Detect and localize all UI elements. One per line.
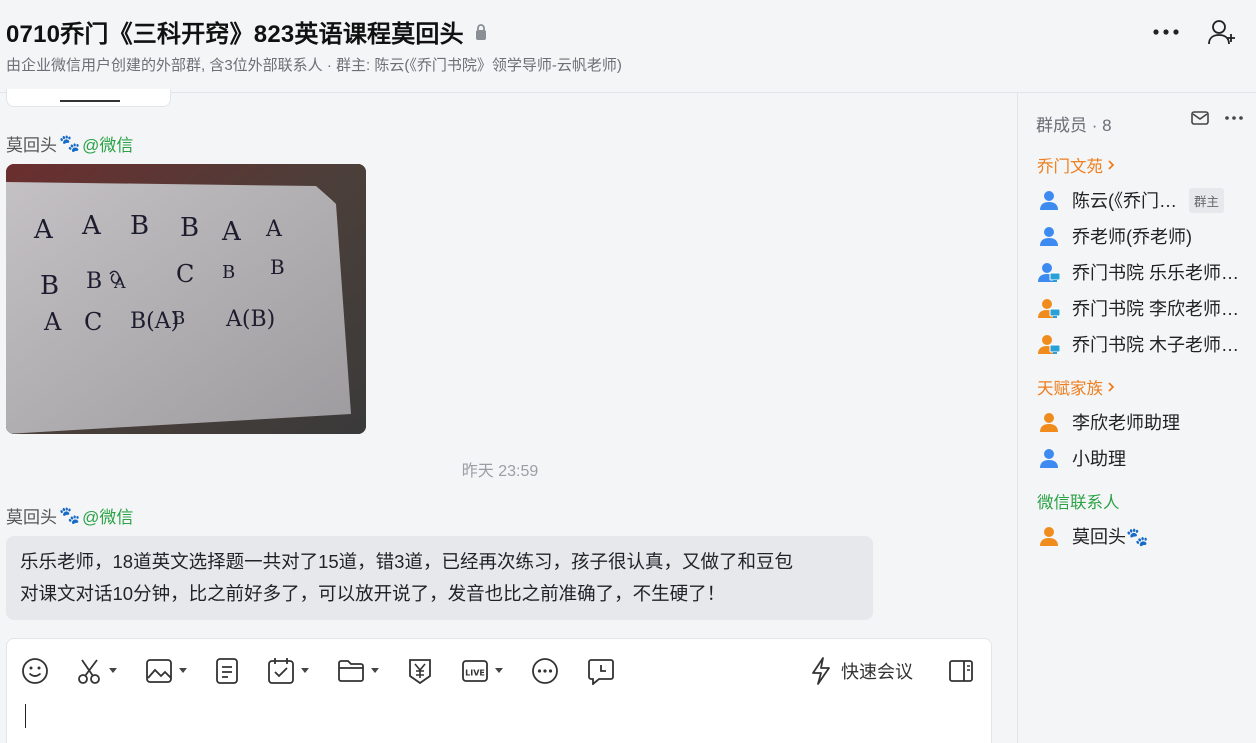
quick-meeting-button[interactable]: 快速会议 <box>809 653 913 689</box>
folder-icon[interactable] <box>337 653 379 689</box>
add-member-icon[interactable] <box>1206 16 1238 48</box>
answer: C <box>176 260 194 288</box>
group-label: 微信联系人 <box>1037 494 1120 512</box>
answer: A <box>33 215 54 245</box>
user-desktop-avatar-icon <box>1038 263 1060 282</box>
message-line: 对课文对话10分钟，比之前好多了，可以放开说了，发音也比之前准确了，不生硬了！ <box>20 583 726 604</box>
emoji-icon[interactable] <box>21 653 49 689</box>
message-composer[interactable]: LIVE 快速会议 <box>6 638 992 743</box>
message-sender: 莫回头 🐾 @微信 <box>6 503 133 528</box>
member-name: 莫回头🐾 <box>1072 527 1149 547</box>
lock-icon <box>474 23 488 41</box>
member-item[interactable]: 陈云(《乔门书院》领学导师-云帆老师) 群主 <box>1038 185 1243 215</box>
composer-toolbar: LIVE <box>21 653 643 689</box>
user-desktop-avatar-icon <box>1038 335 1060 354</box>
answer: B <box>180 213 199 243</box>
live-icon[interactable]: LIVE <box>461 653 503 689</box>
previous-message-card[interactable] <box>6 89 171 107</box>
answer: A <box>221 217 242 247</box>
answer: B <box>40 271 59 301</box>
member-name: 乔门书院 李欣老师(乔门书院) <box>1072 299 1243 319</box>
chevron-down-icon[interactable] <box>109 668 117 674</box>
image-message[interactable]: A A B B A A B B A C B B A C B(A) B A(B) <box>6 164 366 434</box>
user-avatar-icon <box>1040 227 1058 246</box>
sender-emoji: 🐾 <box>59 133 81 153</box>
answer: B <box>222 262 235 283</box>
sender-name[interactable]: 莫回头 <box>6 131 57 156</box>
answer: B <box>172 308 185 329</box>
image-icon[interactable] <box>145 653 187 689</box>
sidebar-toggle-icon[interactable] <box>945 655 977 687</box>
group-label: 乔门文苑 <box>1037 158 1103 176</box>
sender-source: @微信 <box>82 136 134 155</box>
user-avatar-icon <box>1040 449 1058 468</box>
chevron-down-icon[interactable] <box>371 668 379 674</box>
member-item[interactable]: 小助理 <box>1038 443 1243 473</box>
sender-emoji: 🐾 <box>59 505 81 525</box>
sender-source: @微信 <box>82 508 134 527</box>
member-name: 乔老师(乔老师) <box>1072 227 1192 247</box>
member-name: 小助理 <box>1072 449 1126 469</box>
user-avatar-icon <box>1040 191 1058 210</box>
group-subtitle: 由企业微信用户创建的外部群, 含3位外部联系人 · 群主: 陈云(《乔门书院》领… <box>6 57 622 74</box>
answer: C <box>84 308 102 336</box>
sender-name[interactable]: 莫回头 <box>6 503 57 528</box>
member-count: 群成员 · 8 <box>1036 116 1112 135</box>
user-desktop-avatar-icon <box>1038 299 1060 318</box>
member-group-wechat-contacts: 微信联系人 <box>1037 489 1120 513</box>
member-item[interactable]: 莫回头🐾 <box>1038 521 1243 551</box>
answer: A <box>265 217 283 242</box>
timestamp: 昨天 23:59 <box>461 463 539 480</box>
answer: B <box>270 255 285 279</box>
scissors-icon[interactable] <box>77 653 117 689</box>
member-group-qiaomen-wenyuan[interactable]: 乔门文苑 <box>1037 153 1115 177</box>
member-panel: 群成员 · 8 乔门文苑 陈云(《乔门书院》领学导师-云帆老师) 群主 乔老师(… <box>1017 93 1256 743</box>
answer: A(B) <box>225 307 275 332</box>
chevron-down-icon[interactable] <box>495 668 503 674</box>
user-avatar-icon <box>1040 527 1058 546</box>
member-item[interactable]: 乔门书院 李欣老师(乔门书院) <box>1038 293 1243 323</box>
payment-icon[interactable] <box>407 653 433 689</box>
answer: B <box>86 269 102 294</box>
answer: A <box>81 211 102 241</box>
chat-header: 0710乔门《三科开窍》823英语课程莫回头 由企业微信用户创建的外部群, 含3… <box>0 0 1256 93</box>
member-name: 陈云(《乔门书院》领学导师-云帆老师) <box>1072 191 1177 211</box>
document-icon[interactable] <box>215 653 239 689</box>
member-name: 乔门书院 乐乐老师(乔门书院) <box>1072 263 1243 283</box>
message-line: 乐乐老师，18道英文选择题一共对了15道，错3道，已经再次练习，孩子很认真，又做… <box>20 551 793 572</box>
title-row: 0710乔门《三科开窍》823英语课程莫回头 <box>6 14 488 49</box>
text-cursor <box>25 704 26 728</box>
group-label: 天赋家族 <box>1037 380 1103 398</box>
answer: A <box>43 308 62 336</box>
chevron-right-icon <box>1108 160 1115 170</box>
schedule-icon[interactable] <box>267 653 309 689</box>
chat-area[interactable]: 莫回头 🐾 @微信 A A B B A A B B A C B B A C B(… <box>0 89 1017 743</box>
header-actions <box>1150 16 1238 48</box>
message-history-icon[interactable] <box>587 653 615 689</box>
owner-badge: 群主 <box>1189 187 1225 213</box>
member-item[interactable]: 乔门书院 木子老师(乔门书院) <box>1038 329 1243 359</box>
more-icon[interactable] <box>1150 16 1182 48</box>
text-message-bubble[interactable]: 乐乐老师，18道英文选择题一共对了15道，错3道，已经再次练习，孩子很认真，又做… <box>6 536 873 620</box>
member-group-tianfu-jiazu[interactable]: 天赋家族 <box>1037 375 1115 399</box>
member-name: 李欣老师助理 <box>1072 413 1180 433</box>
mail-icon[interactable] <box>1190 109 1210 132</box>
chevron-down-icon[interactable] <box>179 668 187 674</box>
member-item[interactable]: 李欣老师助理 <box>1038 407 1243 437</box>
live-label: LIVE <box>465 669 485 678</box>
lightning-icon <box>812 657 830 685</box>
answer: B <box>130 211 149 241</box>
chevron-down-icon[interactable] <box>301 668 309 674</box>
chevron-right-icon <box>1108 382 1115 392</box>
user-avatar-icon <box>1040 413 1058 432</box>
group-title[interactable]: 0710乔门《三科开窍》823英语课程莫回头 <box>6 14 464 49</box>
member-panel-actions <box>1190 109 1244 132</box>
member-item[interactable]: 乔老师(乔老师) <box>1038 221 1243 251</box>
member-item[interactable]: 乔门书院 乐乐老师(乔门书院) <box>1038 257 1243 287</box>
message-sender: 莫回头 🐾 @微信 <box>6 131 133 156</box>
more-icon[interactable] <box>1224 109 1244 132</box>
more-options-icon[interactable] <box>531 653 559 689</box>
member-name: 乔门书院 木子老师(乔门书院) <box>1072 335 1243 355</box>
quick-meeting-label: 快速会议 <box>841 662 913 682</box>
